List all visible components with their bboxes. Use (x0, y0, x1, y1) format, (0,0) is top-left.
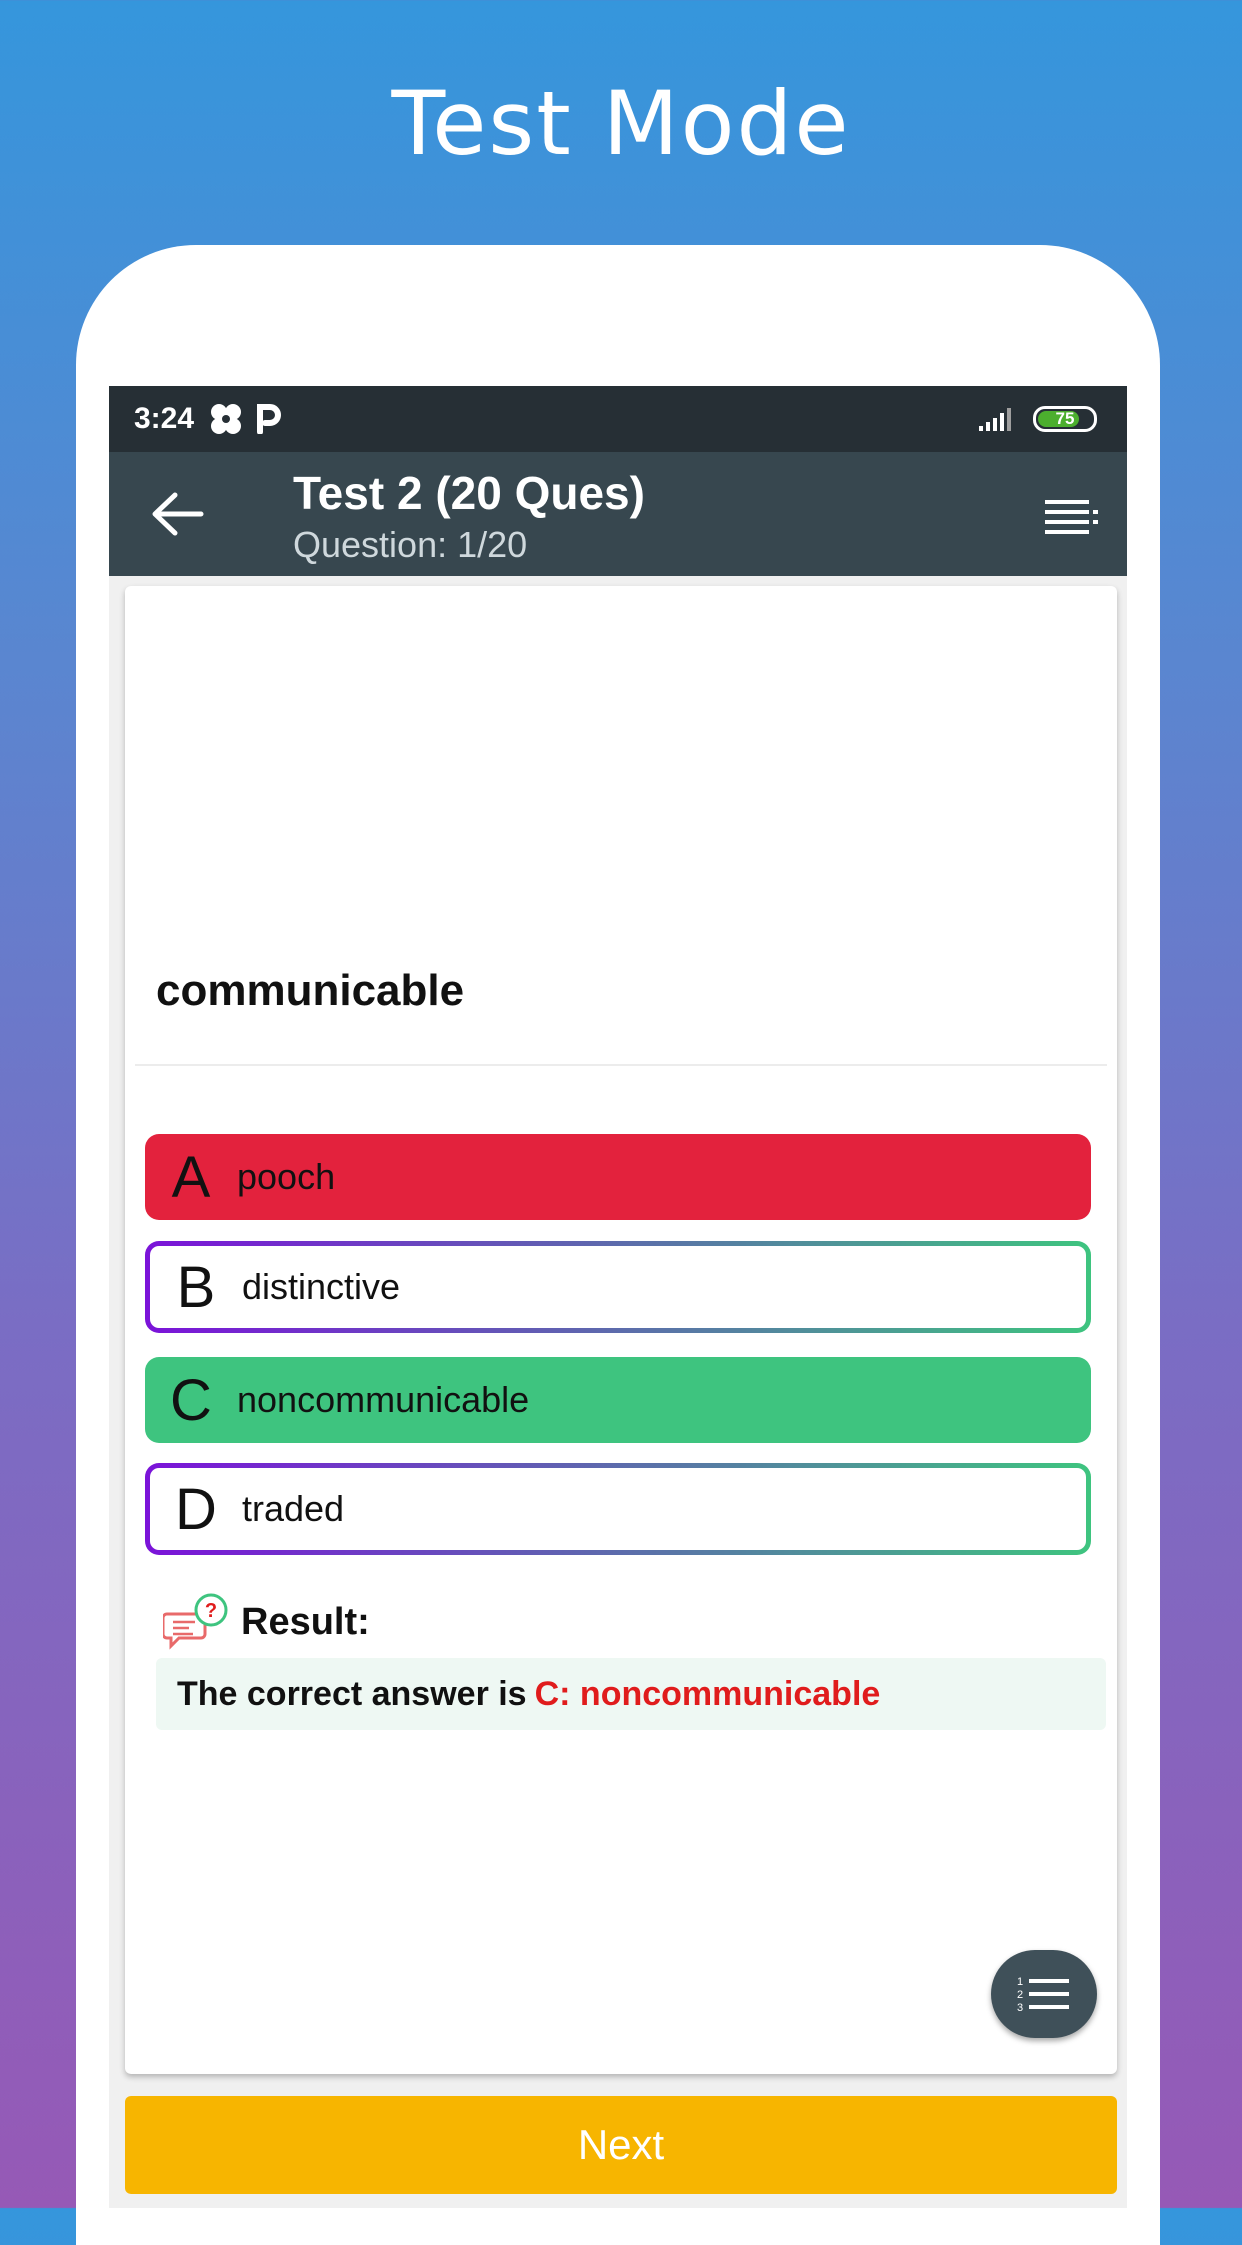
option-label: noncommunicable (237, 1379, 530, 1420)
numbered-list-icon: 1 2 3 (1017, 1976, 1069, 2014)
svg-text:?: ? (205, 1600, 217, 1622)
divider (135, 1064, 1107, 1066)
option-label: traded (242, 1488, 345, 1529)
question-word: communicable (156, 966, 465, 1015)
back-arrow-icon[interactable] (149, 489, 205, 539)
question-list-menu-icon[interactable] (1045, 498, 1099, 534)
correct-answer: C: noncommunicable (534, 1674, 881, 1713)
battery-icon: 75 (1033, 406, 1097, 432)
chat-question-icon: ? (163, 1593, 228, 1650)
status-bar: 3:24 75 (109, 386, 1127, 452)
svg-text:2: 2 (1017, 1989, 1023, 2001)
question-card: communicable A pooch B distinctive C non… (125, 586, 1117, 2074)
option-b[interactable]: B distinctive (145, 1241, 1091, 1333)
option-a[interactable]: A pooch (145, 1134, 1091, 1220)
svg-text:1: 1 (1017, 1976, 1023, 1988)
result-box: The correct answer is C: noncommunicable (156, 1658, 1106, 1730)
result-label: Result: (241, 1600, 370, 1643)
battery-level: 75 (1055, 409, 1075, 428)
option-label: pooch (237, 1156, 336, 1197)
phone-screen: 3:24 75 Test 2 (20 Ques) Question: 1/20 … (109, 386, 1127, 2208)
signal-icon (979, 408, 1011, 431)
parking-icon (257, 404, 281, 434)
next-button[interactable]: Next (125, 2096, 1117, 2194)
question-counter: Question: 1/20 (293, 524, 528, 565)
status-time: 3:24 (134, 402, 195, 435)
option-letter: C (170, 1367, 212, 1433)
fan-icon (211, 404, 242, 434)
option-c[interactable]: C noncommunicable (145, 1357, 1091, 1443)
result-heading: ? Result: (163, 1592, 370, 1652)
promo-title: Test Mode (391, 72, 851, 175)
option-label: distinctive (242, 1266, 401, 1307)
option-letter: B (176, 1254, 216, 1320)
test-title: Test 2 (20 Ques) (293, 467, 645, 519)
app-bar: Test 2 (20 Ques) Question: 1/20 (109, 452, 1127, 576)
option-letter: A (171, 1144, 211, 1210)
option-letter: D (175, 1476, 217, 1542)
result-prefix: The correct answer is (177, 1674, 527, 1713)
svg-text:3: 3 (1017, 2002, 1023, 2014)
question-index-button[interactable]: 1 2 3 (991, 1950, 1097, 2038)
option-d[interactable]: D traded (145, 1463, 1091, 1555)
